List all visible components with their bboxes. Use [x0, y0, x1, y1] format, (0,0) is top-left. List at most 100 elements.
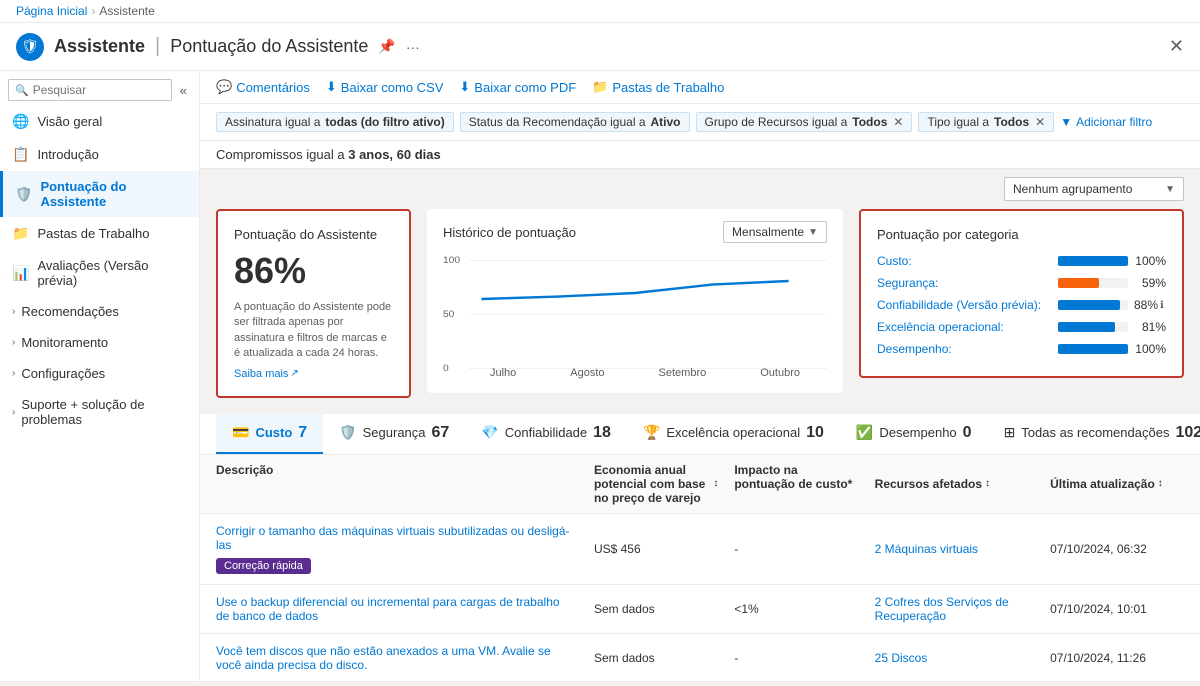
filter-tag-subscription: Assinatura igual a todas (do filtro ativ…: [216, 112, 454, 132]
tab-seguranca-count: 67: [432, 424, 450, 442]
rec-link[interactable]: Você tem discos que não estão anexados a…: [216, 644, 570, 672]
breadcrumb-separator: ›: [91, 4, 95, 18]
category-label[interactable]: Desempenho:: [877, 342, 1052, 356]
sidebar-label: Avaliações (Versão prévia): [37, 258, 187, 288]
grid-tab-icon: ⊞: [1004, 424, 1016, 441]
category-label[interactable]: Excelência operacional:: [877, 320, 1052, 334]
category-row-excelencia: Excelência operacional: 81%: [877, 320, 1166, 334]
category-pct-excelencia: 81%: [1134, 320, 1166, 334]
close-icon[interactable]: ✕: [1169, 36, 1184, 57]
sidebar-group-suporte[interactable]: › Suporte + solução de problemas: [0, 389, 199, 435]
td-impacto: -: [726, 644, 866, 672]
tab-desempenho-count: 0: [963, 424, 972, 442]
grouping-select[interactable]: Nenhum agrupamento ▼: [1004, 177, 1184, 201]
chevron-right-icon: ›: [12, 337, 15, 348]
sort-recursos-icon[interactable]: ↕: [985, 478, 990, 489]
td-economia: US$ 456: [586, 524, 726, 574]
resource-link[interactable]: 2 Máquinas virtuais: [875, 542, 978, 556]
tab-confiabilidade-count: 18: [593, 424, 611, 442]
chart-label-julho: Julho: [490, 367, 516, 379]
sidebar: 🔍 « 🌐 Visão geral 📋 Introdução 🛡️ Pontua…: [0, 71, 200, 681]
sidebar-group-recomendacoes[interactable]: › Recomendações: [0, 296, 199, 327]
td-recursos: 2 Máquinas virtuais: [867, 524, 1042, 574]
toolbar: 💬 Comentários ⬇ Baixar como CSV ⬇ Baixar…: [200, 71, 1200, 104]
sort-economia-icon[interactable]: ↕: [713, 478, 718, 489]
download-pdf-button[interactable]: ⬇ Baixar como PDF: [459, 79, 576, 95]
category-card: Pontuação por categoria Custo: 100% Segu…: [859, 209, 1184, 378]
sidebar-label: Monitoramento: [21, 335, 108, 350]
th-economia: Economia anual potencial com base no pre…: [586, 463, 726, 505]
category-label[interactable]: Custo:: [877, 254, 1052, 268]
breadcrumb-current: Assistente: [99, 4, 154, 18]
sidebar-search-input[interactable]: [33, 83, 165, 97]
info-icon[interactable]: ℹ: [1160, 300, 1164, 311]
score-learn-more[interactable]: Saiba mais ↗: [234, 368, 393, 380]
pin-icon[interactable]: 📌: [378, 38, 395, 55]
sidebar-item-introducao[interactable]: 📋 Introdução: [0, 138, 199, 171]
rec-link[interactable]: Corrigir o tamanho das máquinas virtuais…: [216, 524, 570, 552]
shield-icon: 🛡: [16, 33, 44, 61]
tab-seguranca[interactable]: 🛡️ Segurança 67: [323, 414, 465, 454]
chart-icon: 📊: [12, 265, 29, 282]
add-filter-button[interactable]: ▼ Adicionar filtro: [1060, 115, 1152, 129]
sidebar-item-pastas[interactable]: 📁 Pastas de Trabalho: [0, 217, 199, 250]
th-atualizacao: Última atualização ↕: [1042, 463, 1200, 505]
download-pdf-icon: ⬇: [459, 79, 470, 95]
app-title: Assistente: [54, 36, 145, 57]
filter-remove-type[interactable]: ✕: [1035, 115, 1045, 129]
download-csv-button[interactable]: ⬇ Baixar como CSV: [326, 79, 444, 95]
tab-todas[interactable]: ⊞ Todas as recomendações 102: [988, 414, 1200, 454]
category-pct-custo: 100%: [1134, 254, 1166, 268]
tab-desempenho[interactable]: ✅ Desempenho 0: [840, 414, 988, 454]
sidebar-item-pontuacao[interactable]: 🛡️ Pontuação do Assistente: [0, 171, 199, 217]
filter-icon: ▼: [1060, 115, 1072, 129]
td-atualizacao: 07/10/2024, 10:01: [1042, 595, 1200, 623]
top-bar: 🛡 Assistente | Pontuação do Assistente 📌…: [0, 23, 1200, 71]
resource-link[interactable]: 2 Cofres dos Serviços de Recuperação: [875, 595, 1034, 623]
search-sidebar-icon: 🔍: [15, 84, 29, 97]
table-row: Você tem discos que não estão anexados a…: [200, 634, 1200, 681]
commitment-bar: Compromissos igual a 3 anos, 60 dias: [200, 141, 1200, 169]
td-recursos: 2 Cofres dos Serviços de Recuperação: [867, 595, 1042, 623]
chart-label-agosto: Agosto: [570, 367, 604, 379]
sort-atualizacao-icon[interactable]: ↕: [1158, 478, 1163, 489]
chart-period-select[interactable]: Mensalmente ▼: [723, 221, 827, 243]
category-pct-seguranca: 59%: [1134, 276, 1166, 290]
category-card-title: Pontuação por categoria: [877, 227, 1166, 242]
category-label[interactable]: Confiabilidade (Versão prévia):: [877, 298, 1052, 312]
rec-link[interactable]: Use o backup diferencial ou incremental …: [216, 595, 570, 623]
work-folders-button[interactable]: 📁 Pastas de Trabalho: [592, 79, 724, 95]
sidebar-group-monitoramento[interactable]: › Monitoramento: [0, 327, 199, 358]
category-row-custo: Custo: 100%: [877, 254, 1166, 268]
resource-link[interactable]: 25 Discos: [875, 651, 928, 665]
sidebar-collapse-btn[interactable]: «: [176, 81, 191, 100]
category-row-confiabilidade: Confiabilidade (Versão prévia): 88%ℹ: [877, 298, 1166, 312]
tab-todas-count: 102: [1175, 424, 1200, 442]
intro-icon: 📋: [12, 146, 29, 163]
diamond-tab-icon: 💎: [481, 424, 498, 441]
category-label[interactable]: Segurança:: [877, 276, 1052, 290]
td-descricao: Corrigir o tamanho das máquinas virtuais…: [200, 524, 586, 574]
category-tabs: 💳 Custo 7 🛡️ Segurança 67 💎 Confiabilida…: [200, 414, 1200, 455]
filter-tag-resource-group: Grupo de Recursos igual a Todos ✕: [696, 112, 913, 132]
breadcrumb-home[interactable]: Página Inicial: [16, 4, 87, 18]
sidebar-group-configuracoes[interactable]: › Configurações: [0, 358, 199, 389]
more-icon[interactable]: ···: [406, 39, 420, 55]
table-row: Use o backup diferencial ou incremental …: [200, 585, 1200, 634]
svg-text:100: 100: [443, 255, 461, 266]
filter-remove-group[interactable]: ✕: [893, 115, 903, 129]
tab-excelencia[interactable]: 🏆 Excelência operacional 10: [627, 414, 840, 454]
comments-button[interactable]: 💬 Comentários: [216, 79, 310, 95]
td-impacto: -: [726, 524, 866, 574]
download-csv-icon: ⬇: [326, 79, 337, 95]
tab-custo[interactable]: 💳 Custo 7: [216, 414, 323, 454]
score-description: A pontuação do Assistente pode ser filtr…: [234, 300, 393, 362]
td-atualizacao: 07/10/2024, 11:26: [1042, 644, 1200, 672]
chevron-right-icon: ›: [12, 306, 15, 317]
tab-confiabilidade[interactable]: 💎 Confiabilidade 18: [465, 414, 627, 454]
folder-toolbar-icon: 📁: [592, 79, 608, 95]
filter-tag-type: Tipo igual a Todos ✕: [918, 112, 1054, 132]
grouping-row: Nenhum agrupamento ▼: [200, 169, 1200, 209]
sidebar-item-avaliacoes[interactable]: 📊 Avaliações (Versão prévia): [0, 250, 199, 296]
sidebar-item-visao-geral[interactable]: 🌐 Visão geral: [0, 105, 199, 138]
